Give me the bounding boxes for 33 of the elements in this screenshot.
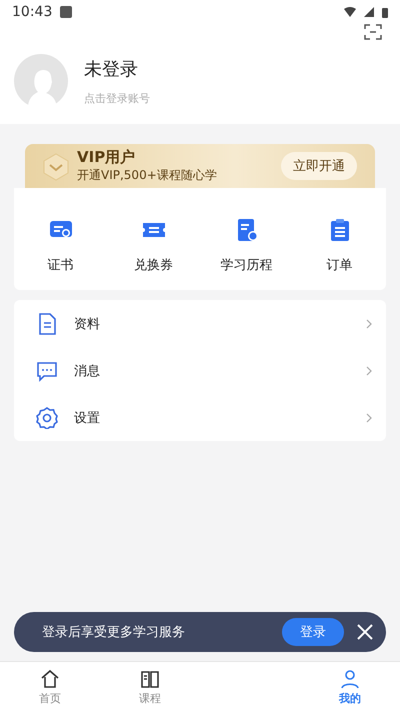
close-button[interactable] <box>356 623 374 641</box>
wifi-icon <box>344 7 356 17</box>
chevron-right-icon <box>366 412 372 422</box>
vip-title: VIP用户 <box>77 148 136 167</box>
book-icon <box>140 668 160 688</box>
status-time: 10:43 <box>12 4 52 20</box>
document-icon <box>36 312 58 334</box>
nav-tab[interactable]: 我的 <box>300 662 400 712</box>
chat-icon <box>36 360 58 382</box>
chevron-right-icon <box>366 318 372 328</box>
chevron-right-icon <box>366 366 372 376</box>
shortcut-label[interactable]: 订单 <box>326 256 352 274</box>
shortcut-label[interactable]: 兑换券 <box>134 256 173 274</box>
menu-item[interactable]: 消息 <box>14 347 386 394</box>
notification-icon <box>60 6 72 18</box>
menu-item[interactable]: 设置 <box>14 394 386 441</box>
shortcut-label[interactable]: 学习历程 <box>220 256 272 274</box>
menu-item[interactable]: 资料 <box>14 300 386 347</box>
nav-tab[interactable]: 首页 <box>0 662 100 712</box>
settings-icon <box>36 406 58 428</box>
vip-banner[interactable]: VIP用户 开通VIP,500+课程随心学 立即开通 <box>25 144 375 188</box>
login-button[interactable]: 登录 <box>282 618 344 646</box>
vip-subtitle: 开通VIP,500+课程随心学 <box>77 167 218 184</box>
open-vip-button[interactable]: 立即开通 <box>281 152 357 180</box>
nav-tab[interactable]: 课程 <box>100 662 200 712</box>
login-status: 未登录 <box>84 58 139 80</box>
toast-message: 登录后享受更多学习服务 <box>42 624 186 641</box>
shortcut-label[interactable]: 证书 <box>48 256 74 274</box>
scan-icon[interactable] <box>364 24 382 40</box>
signal-icon <box>364 7 374 17</box>
person-icon <box>340 668 360 688</box>
home-icon <box>40 668 60 688</box>
battery-icon <box>382 6 388 18</box>
